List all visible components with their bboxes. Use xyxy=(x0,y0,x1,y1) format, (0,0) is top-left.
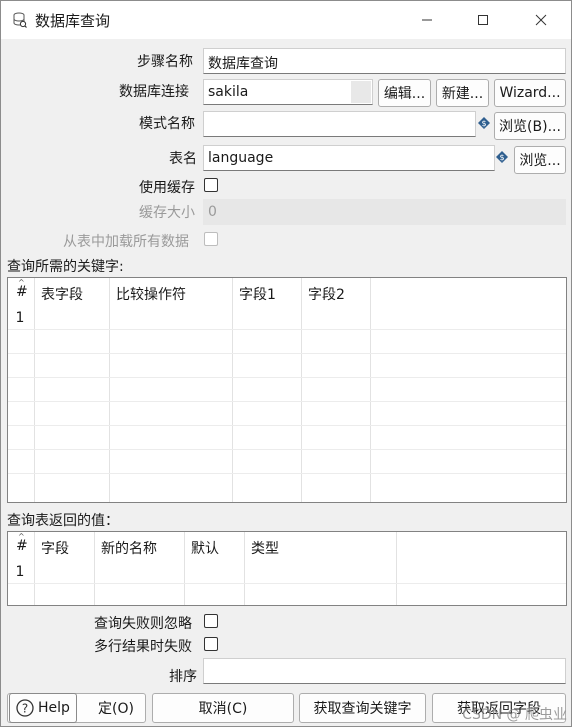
fail-ignore-checkbox[interactable] xyxy=(204,614,218,628)
dialog-window: 数据库查询 步骤名称 数据库查询 数据库连接 sakila 编辑... 新建..… xyxy=(0,0,572,727)
keys-col-table-field[interactable]: 表字段 xyxy=(35,278,83,502)
close-button[interactable] xyxy=(513,1,569,39)
keys-col-field2[interactable]: 字段2 xyxy=(302,278,345,502)
browse-table-button[interactable]: 浏览... xyxy=(514,146,566,174)
return-col-field[interactable]: 字段 xyxy=(35,532,69,605)
svg-text:?: ? xyxy=(22,702,28,716)
return-col-new-name[interactable]: 新的名称 xyxy=(95,532,157,605)
help-icon: ? xyxy=(16,699,34,717)
maximize-icon xyxy=(478,15,488,25)
table-row-number: 1 xyxy=(15,310,25,326)
schema-input[interactable] xyxy=(203,111,476,137)
return-col-type[interactable]: 类型 xyxy=(245,532,279,605)
minimize-button[interactable] xyxy=(399,1,455,39)
table-row-number: 1 xyxy=(15,564,25,580)
connection-select[interactable]: sakila xyxy=(203,79,373,105)
table-input[interactable]: language xyxy=(203,145,495,171)
svg-text:$: $ xyxy=(481,119,486,128)
return-col-default[interactable]: 默认 xyxy=(185,532,219,605)
cache-size-input[interactable]: 0 xyxy=(203,199,566,225)
wizard-button[interactable]: Wizard... xyxy=(494,79,566,107)
help-button[interactable]: ? Help xyxy=(9,693,77,723)
table-label: 表名 xyxy=(169,151,197,167)
variable-icon: $ xyxy=(496,151,508,163)
fail-ignore-label: 查询失败则忽略 xyxy=(94,616,192,632)
use-cache-checkbox[interactable] xyxy=(204,178,218,192)
multi-fail-checkbox[interactable] xyxy=(204,637,218,651)
step-name-label: 步骤名称 xyxy=(137,54,193,70)
title-bar: 数据库查询 xyxy=(1,1,571,39)
multi-fail-label: 多行结果时失败 xyxy=(94,639,192,655)
keys-table[interactable]: ^ # 表字段 比较操作符 字段1 字段2 1 xyxy=(7,277,567,503)
connection-value: sakila xyxy=(208,84,249,100)
keys-section-title: 查询所需的关键字: xyxy=(7,259,124,275)
return-table[interactable]: ^ # 字段 新的名称 默认 类型 1 xyxy=(7,531,567,606)
return-section-title: 查询表返回的值： xyxy=(7,513,119,529)
svg-text:$: $ xyxy=(499,153,504,162)
order-input[interactable] xyxy=(203,658,566,684)
maximize-button[interactable] xyxy=(455,1,511,39)
schema-label: 模式名称 xyxy=(139,116,195,132)
cache-size-label: 缓存大小 xyxy=(139,205,195,221)
new-connection-button[interactable]: 新建... xyxy=(436,79,489,107)
connection-label: 数据库连接 xyxy=(119,84,189,100)
variable-icon: $ xyxy=(478,117,490,129)
keys-col-field1[interactable]: 字段1 xyxy=(233,278,276,502)
load-all-label: 从表中加载所有数据 xyxy=(63,234,189,250)
keys-col-comparator[interactable]: 比较操作符 xyxy=(110,278,186,502)
edit-connection-button[interactable]: 编辑... xyxy=(378,79,431,107)
help-label: Help xyxy=(38,700,70,716)
use-cache-label: 使用缓存 xyxy=(139,180,195,196)
window-title: 数据库查询 xyxy=(35,12,111,30)
minimize-icon xyxy=(422,19,432,21)
dropdown-area[interactable] xyxy=(351,81,371,103)
cancel-button[interactable]: 取消(C) xyxy=(152,693,294,723)
close-icon xyxy=(535,14,547,26)
browse-schema-button[interactable]: 浏览(B)... xyxy=(494,112,566,140)
database-lookup-icon xyxy=(13,12,27,28)
get-keys-button[interactable]: 获取查询关键字 xyxy=(299,693,426,723)
step-name-input[interactable]: 数据库查询 xyxy=(203,48,566,74)
watermark: CSDN @ 爬虫业 xyxy=(462,707,567,723)
order-label: 排序 xyxy=(169,669,197,685)
load-all-checkbox[interactable] xyxy=(204,232,218,246)
